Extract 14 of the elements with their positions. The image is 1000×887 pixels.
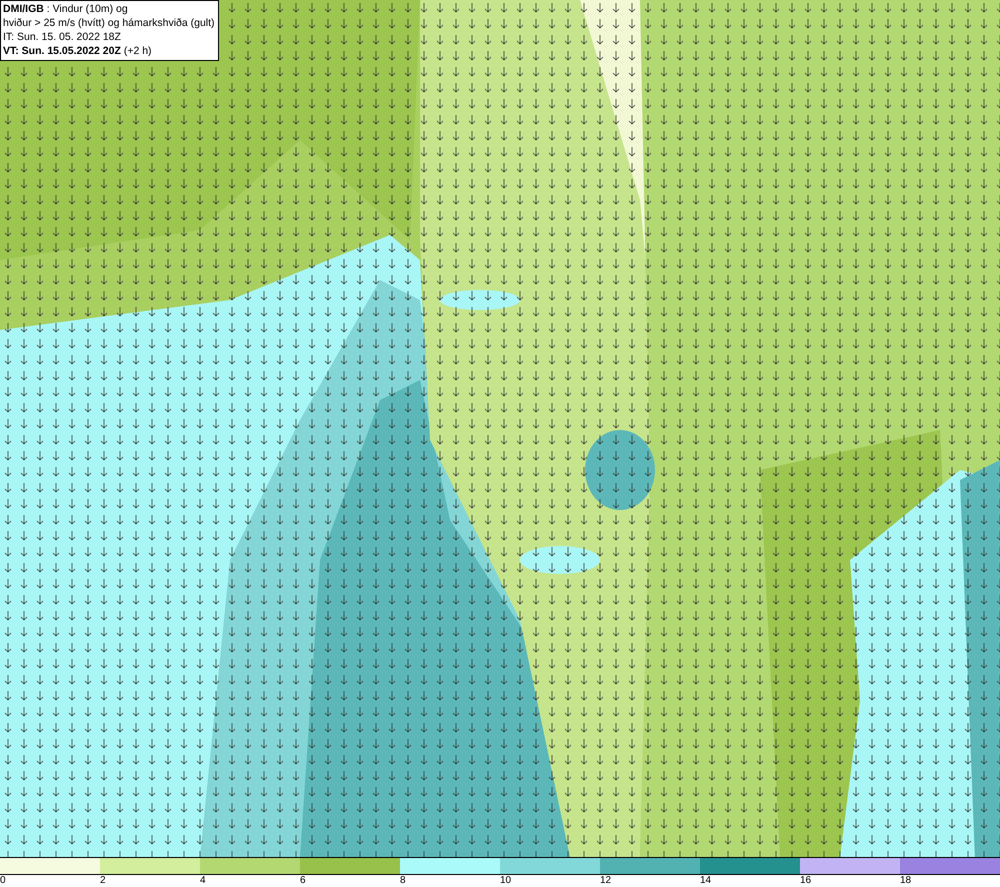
legend-label: 0 xyxy=(0,875,6,886)
legend-label: 2 xyxy=(100,875,106,886)
title-line: hviður > 25 m/s (hvítt) og hámarkshviða (gult) xyxy=(3,16,215,30)
legend-label: 18 xyxy=(900,875,912,886)
legend-label: 16 xyxy=(800,875,812,886)
title-line: VT: Sun. 15.05.2022 20Z (+2 h) xyxy=(3,44,153,58)
legend-label: 12 xyxy=(600,875,612,886)
title-line: DMI/IGB : Vindur (10m) og xyxy=(3,2,129,16)
legend-label: 6 xyxy=(300,875,306,886)
legend-label: 14 xyxy=(700,875,712,886)
legend-label: 10 xyxy=(500,875,512,886)
legend-label: 4 xyxy=(200,875,206,886)
legend-label: 8 xyxy=(400,875,406,886)
title-line: IT: Sun. 15. 05. 2022 18Z xyxy=(3,30,122,44)
